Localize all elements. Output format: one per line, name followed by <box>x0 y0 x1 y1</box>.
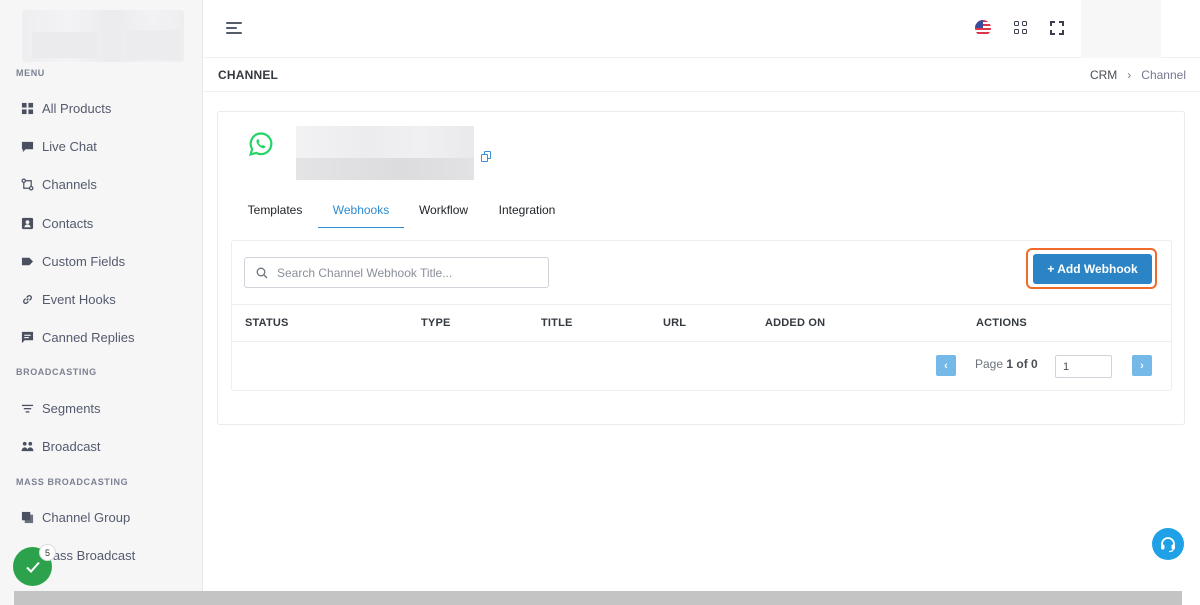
breadcrumb-separator-icon: › <box>1127 68 1132 82</box>
link-icon <box>20 292 34 306</box>
column-title: TITLE <box>541 317 573 329</box>
sidebar-heading-mass-broadcasting: MASS BROADCASTING <box>16 477 129 487</box>
tab-workflow[interactable]: Workflow <box>409 203 478 228</box>
headset-icon <box>1161 537 1175 553</box>
sidebar-item-channels[interactable]: Channels <box>20 173 97 195</box>
sidebar-item-live-chat[interactable]: Live Chat <box>20 135 97 157</box>
logo[interactable] <box>22 10 184 62</box>
sidebar-heading-broadcasting: BROADCASTING <box>16 367 97 377</box>
grid-icon <box>20 101 34 115</box>
copy-icon <box>20 510 34 524</box>
page-info: 1 of 0 <box>1006 357 1038 371</box>
column-actions: ACTIONS <box>976 317 1027 329</box>
sidebar-item-label: Contacts <box>42 215 94 231</box>
page-number-input[interactable] <box>1055 355 1112 378</box>
user-menu[interactable] <box>1081 0 1161 58</box>
channel-name <box>296 126 474 180</box>
us-flag-icon[interactable] <box>975 20 991 36</box>
sidebar-item-label: Canned Replies <box>42 329 135 345</box>
sidebar-item-canned-replies[interactable]: Canned Replies <box>20 326 135 348</box>
notification-badge: 5 <box>39 544 56 561</box>
fullscreen-icon[interactable] <box>1050 21 1064 35</box>
search-icon <box>256 267 268 279</box>
column-url: URL <box>663 317 687 329</box>
users-icon <box>20 439 34 453</box>
table-divider <box>232 304 1171 305</box>
divider <box>203 91 1200 92</box>
column-type: TYPE <box>421 317 451 329</box>
page-title: CHANNEL <box>218 68 279 82</box>
sidebar-item-label: Custom Fields <box>42 253 126 269</box>
page-indicator: Page 1 of 0 <box>975 357 1038 371</box>
breadcrumb-crm[interactable]: CRM <box>1090 68 1117 82</box>
tab-integration[interactable]: Integration <box>486 203 568 228</box>
sidebar-item-broadcast[interactable]: Broadcast <box>20 435 101 457</box>
sidebar-item-label: Segments <box>42 400 101 416</box>
horizontal-scrollbar[interactable] <box>14 591 1182 605</box>
column-added-on: ADDED ON <box>765 317 826 329</box>
search-box[interactable] <box>244 257 549 288</box>
support-chat-button[interactable] <box>1152 528 1184 560</box>
contacts-icon <box>20 216 34 230</box>
sidebar-heading-menu: MENU <box>16 68 45 78</box>
tab-templates[interactable]: Templates <box>232 203 318 228</box>
apps-grid-icon[interactable] <box>1014 21 1028 35</box>
tag-icon <box>20 254 34 268</box>
sidebar-item-label: Channels <box>42 176 97 192</box>
whatsapp-icon <box>249 132 273 156</box>
breadcrumb-channel: Channel <box>1141 68 1186 82</box>
breadcrumb: CRM › Channel <box>1090 68 1186 82</box>
sidebar-item-custom-fields[interactable]: Custom Fields <box>20 250 125 272</box>
sidebar-item-contacts[interactable]: Contacts <box>20 212 93 234</box>
table-divider <box>232 341 1171 342</box>
sidebar-item-label: Mass Broadcast <box>42 547 136 563</box>
sidebar-item-label: All Products <box>42 100 112 116</box>
sidebar-item-label: Channel Group <box>42 509 131 525</box>
topbar <box>203 0 1200 58</box>
sidebar-item-segments[interactable]: Segments <box>20 397 101 419</box>
copy-icon[interactable] <box>481 151 492 163</box>
sidebar-item-channel-group[interactable]: Channel Group <box>20 506 130 528</box>
search-input[interactable] <box>277 258 542 287</box>
next-page-button[interactable]: › <box>1132 355 1152 376</box>
sidebar-item-event-hooks[interactable]: Event Hooks <box>20 288 116 310</box>
channels-icon <box>20 177 34 191</box>
chat-icon <box>20 139 34 153</box>
add-webhook-button[interactable]: + Add Webhook <box>1033 254 1152 284</box>
tab-webhooks[interactable]: Webhooks <box>318 203 404 228</box>
sidebar-item-label: Broadcast <box>42 438 101 454</box>
sidebar: MENU All Products Live Chat Channels Con… <box>0 0 203 605</box>
sidebar-item-all-products[interactable]: All Products <box>20 97 111 119</box>
sidebar-item-label: Event Hooks <box>42 291 116 307</box>
column-status: STATUS <box>245 317 289 329</box>
menu-toggle-icon[interactable] <box>226 20 244 36</box>
check-icon <box>25 561 40 573</box>
message-icon <box>20 330 34 344</box>
filter-icon <box>20 401 34 415</box>
prev-page-button[interactable]: ‹ <box>936 355 956 376</box>
sidebar-item-label: Live Chat <box>42 138 97 154</box>
page-label: Page <box>975 357 1004 371</box>
